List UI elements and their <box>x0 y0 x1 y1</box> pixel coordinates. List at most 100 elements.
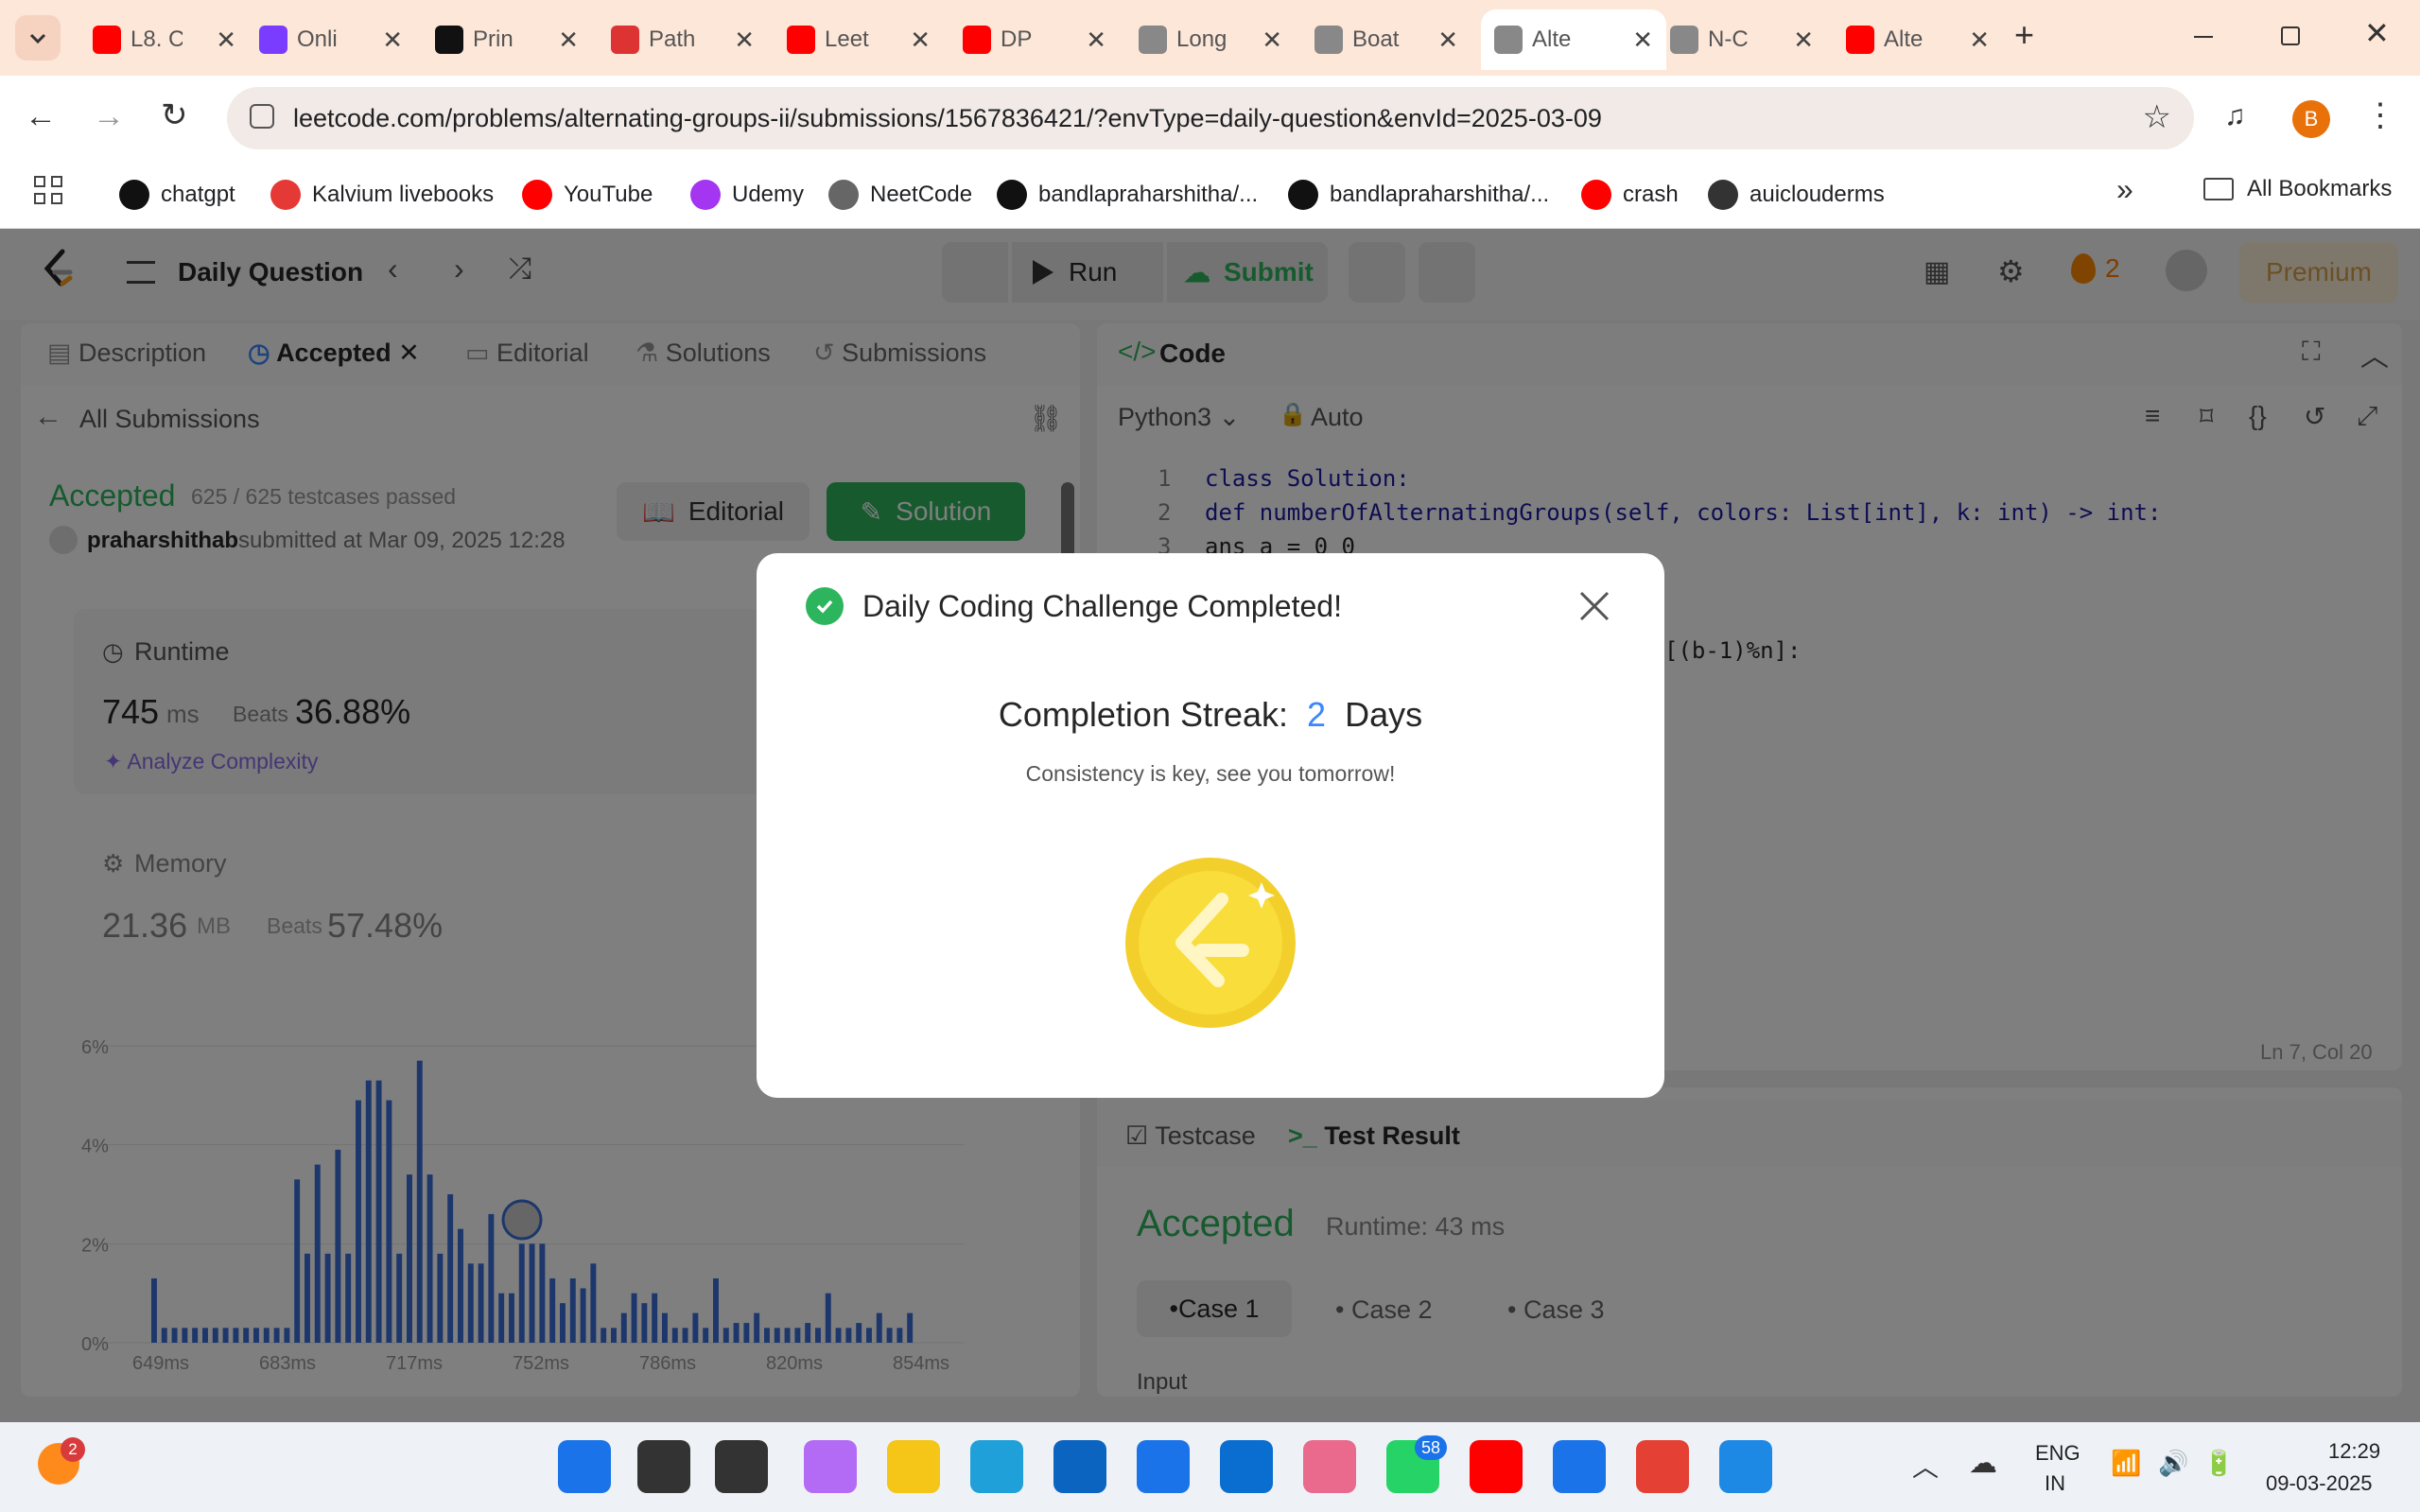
bookmark-item[interactable]: Kalvium livebooks <box>270 176 494 214</box>
outlook-icon[interactable] <box>1220 1440 1273 1493</box>
tab-title: Leet <box>825 26 869 52</box>
tab-close-icon[interactable]: ✕ <box>1793 26 1814 55</box>
browser-tab[interactable]: Alte ✕ <box>1833 9 2003 70</box>
browser-tab[interactable]: Boat ✕ <box>1301 9 1471 70</box>
bookmark-item[interactable]: crash <box>1581 176 1679 214</box>
volume-icon[interactable]: 🔊 <box>2158 1449 2188 1478</box>
tab-close-icon[interactable]: ✕ <box>1437 26 1458 55</box>
tab-favicon-icon <box>1314 26 1343 54</box>
start-button[interactable] <box>558 1440 611 1493</box>
bookmark-label: Udemy <box>732 182 805 207</box>
daily-challenge-modal: Daily Coding Challenge Completed! Comple… <box>757 553 1664 1098</box>
youtube-icon[interactable] <box>1470 1440 1523 1493</box>
tab-favicon-icon <box>787 26 815 54</box>
bookmark-item[interactable]: NeetCode <box>828 176 972 214</box>
tab-title: N-C <box>1708 26 1749 52</box>
clock-date[interactable]: 09-03-2025 <box>2266 1471 2373 1496</box>
back-button[interactable]: ← <box>25 98 57 135</box>
lang-line1[interactable]: ENG <box>2035 1441 2081 1466</box>
url-text: leetcode.com/problems/alternating-groups… <box>293 103 1602 132</box>
store-icon[interactable] <box>1137 1440 1190 1493</box>
bookmark-item[interactable]: auiclouderms <box>1708 176 1885 214</box>
edge-icon[interactable] <box>970 1440 1023 1493</box>
forward-button[interactable]: → <box>93 98 125 135</box>
taskbar <box>0 1422 2420 1512</box>
tab-title: Path <box>649 26 696 52</box>
tray-chevron-icon[interactable]: ︿ <box>1912 1447 1939 1485</box>
browser-tab[interactable]: Onli ✕ <box>246 9 416 70</box>
browser-tab[interactable]: Prin ✕ <box>422 9 592 70</box>
bookmark-label: NeetCode <box>870 182 973 207</box>
battery-icon[interactable]: 🔋 <box>2203 1449 2234 1478</box>
tab-favicon-icon <box>1139 26 1167 54</box>
paint-icon[interactable] <box>1719 1440 1772 1493</box>
tab-close-icon[interactable]: ✕ <box>216 26 236 55</box>
browser-tab[interactable]: Path ✕ <box>598 9 768 70</box>
browser-menu-icon[interactable]: ⋮ <box>2364 96 2396 134</box>
browser-tab[interactable]: DP ✕ <box>949 9 1120 70</box>
bookmark-item[interactable]: bandlapraharshitha/... <box>997 176 1258 214</box>
bookmark-label: YouTube <box>564 182 653 207</box>
bookmark-favicon-icon <box>119 180 149 210</box>
tab-close-icon[interactable]: ✕ <box>1086 26 1106 55</box>
browser-tab[interactable]: Alte ✕ <box>1481 9 1666 70</box>
all-bookmarks[interactable]: All Bookmarks <box>2203 176 2392 202</box>
browser-tab[interactable]: Long ✕ <box>1125 9 1296 70</box>
whatsapp-badge: 58 <box>1415 1435 1447 1460</box>
tab-title: Boat <box>1352 26 1400 52</box>
tab-favicon-icon <box>435 26 463 54</box>
tab-close-icon[interactable]: ✕ <box>558 26 579 55</box>
bookmark-favicon-icon <box>270 180 301 210</box>
clock-time[interactable]: 12:29 <box>2328 1439 2380 1464</box>
dell-icon[interactable] <box>1053 1440 1106 1493</box>
onedrive-icon[interactable]: ☁ <box>1969 1447 1997 1480</box>
apps-grid-icon[interactable] <box>34 176 62 204</box>
file-explorer-icon[interactable] <box>887 1440 940 1493</box>
close-window-button[interactable]: ✕ <box>2364 15 2390 51</box>
minimize-button[interactable] <box>2194 36 2213 38</box>
folder-icon <box>2203 178 2234 200</box>
tab-search-button[interactable] <box>15 15 61 61</box>
vscode-icon[interactable] <box>1553 1440 1606 1493</box>
modal-title: Daily Coding Challenge Completed! <box>862 589 1342 623</box>
chrome-icon[interactable] <box>1636 1440 1689 1493</box>
search-icon[interactable] <box>637 1440 690 1493</box>
address-bar[interactable]: leetcode.com/problems/alternating-groups… <box>227 87 2194 149</box>
bookmarks-overflow-icon[interactable]: » <box>2116 172 2133 207</box>
browser-tab[interactable]: L8. C ✕ <box>79 9 250 70</box>
tab-close-icon[interactable]: ✕ <box>1969 26 1990 55</box>
tab-close-icon[interactable]: ✕ <box>382 26 403 55</box>
restore-button[interactable] <box>2281 26 2300 45</box>
tab-favicon-icon <box>1846 26 1874 54</box>
tab-close-icon[interactable]: ✕ <box>1262 26 1282 55</box>
bookmark-item[interactable]: YouTube <box>522 176 653 214</box>
star-icon[interactable]: ☆ <box>2143 98 2171 136</box>
media-control-icon[interactable]: ♫ <box>2224 100 2246 132</box>
tab-close-icon[interactable]: ✕ <box>910 26 931 55</box>
photos-icon[interactable] <box>1303 1440 1356 1493</box>
browser-tab[interactable]: Leet ✕ <box>774 9 944 70</box>
bookmark-favicon-icon <box>522 180 552 210</box>
bookmark-item[interactable]: chatgpt <box>119 176 235 214</box>
bookmark-item[interactable]: bandlapraharshitha/... <box>1288 176 1549 214</box>
bookmark-favicon-icon <box>828 180 859 210</box>
tab-close-icon[interactable]: ✕ <box>1632 26 1653 55</box>
bookmark-label: crash <box>1623 182 1679 207</box>
profile-avatar[interactable]: B <box>2292 100 2330 138</box>
bookmark-item[interactable]: Udemy <box>690 176 804 214</box>
task-view-icon[interactable] <box>715 1440 768 1493</box>
tab-close-icon[interactable]: ✕ <box>734 26 755 55</box>
modal-close-button[interactable] <box>1576 587 1613 625</box>
browser-tab[interactable]: N-C ✕ <box>1657 9 1827 70</box>
tab-favicon-icon <box>259 26 287 54</box>
site-info-icon[interactable] <box>250 104 274 129</box>
copilot-icon[interactable] <box>804 1440 857 1493</box>
reload-button[interactable]: ↻ <box>161 96 188 134</box>
new-tab-button[interactable]: + <box>2014 15 2034 55</box>
streak-line: Completion Streak: 2 Days <box>757 695 1664 735</box>
tab-title: Alte <box>1884 26 1924 52</box>
tab-favicon-icon <box>93 26 121 54</box>
wifi-icon[interactable]: 📶 <box>2111 1449 2141 1478</box>
bookmark-label: chatgpt <box>161 182 235 207</box>
lang-line2[interactable]: IN <box>2045 1471 2065 1496</box>
